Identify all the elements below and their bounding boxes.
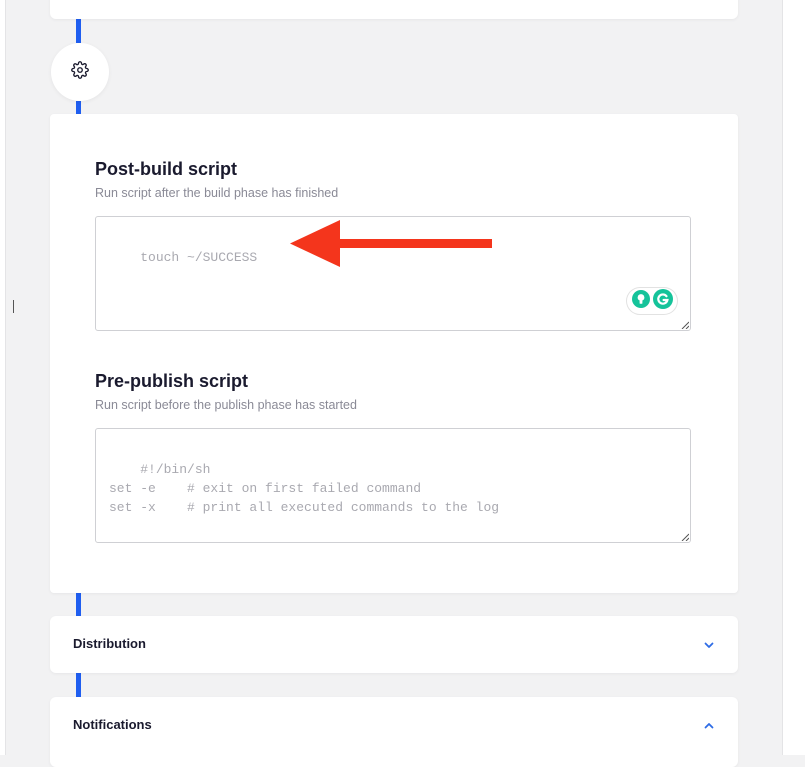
arrow-icon xyxy=(290,220,492,267)
grammarly-widget[interactable] xyxy=(627,288,677,314)
timeline-line xyxy=(76,101,81,114)
gear-icon xyxy=(71,60,89,84)
pre-publish-script-input[interactable]: #!/bin/sh set -e # exit on first failed … xyxy=(95,428,691,543)
scripts-card: Post-build script Run script after the b… xyxy=(50,114,738,593)
resize-handle-icon[interactable] xyxy=(681,321,689,329)
previous-step-card xyxy=(50,0,738,19)
timeline-line xyxy=(76,673,81,697)
pre-publish-subtitle: Run script before the publish phase has … xyxy=(95,398,357,412)
pre-publish-script-placeholder: #!/bin/sh set -e # exit on first failed … xyxy=(109,462,500,515)
pre-publish-title: Pre-publish script xyxy=(95,371,249,391)
left-panel-edge xyxy=(0,0,6,755)
distribution-label: Distribution xyxy=(73,636,146,651)
grammarly-icon xyxy=(652,288,673,314)
notifications-label: Notifications xyxy=(73,717,152,732)
post-build-script-value: touch ~/SUCCESS xyxy=(140,250,258,265)
chevron-down-icon[interactable] xyxy=(703,639,715,651)
notifications-section[interactable]: Notifications xyxy=(50,697,738,767)
resize-handle-icon[interactable] xyxy=(681,533,689,541)
distribution-section[interactable]: Distribution xyxy=(50,616,738,673)
timeline-line xyxy=(76,593,81,616)
post-build-subtitle: Run script after the build phase has fin… xyxy=(95,186,339,200)
timeline-line xyxy=(76,19,81,43)
scrollbar-track[interactable] xyxy=(782,0,805,755)
post-build-title: Post-build script xyxy=(95,159,238,179)
step-marker xyxy=(51,43,109,101)
chevron-up-icon[interactable] xyxy=(703,720,715,732)
text-cursor xyxy=(13,300,14,313)
lightbulb-icon xyxy=(631,289,650,313)
